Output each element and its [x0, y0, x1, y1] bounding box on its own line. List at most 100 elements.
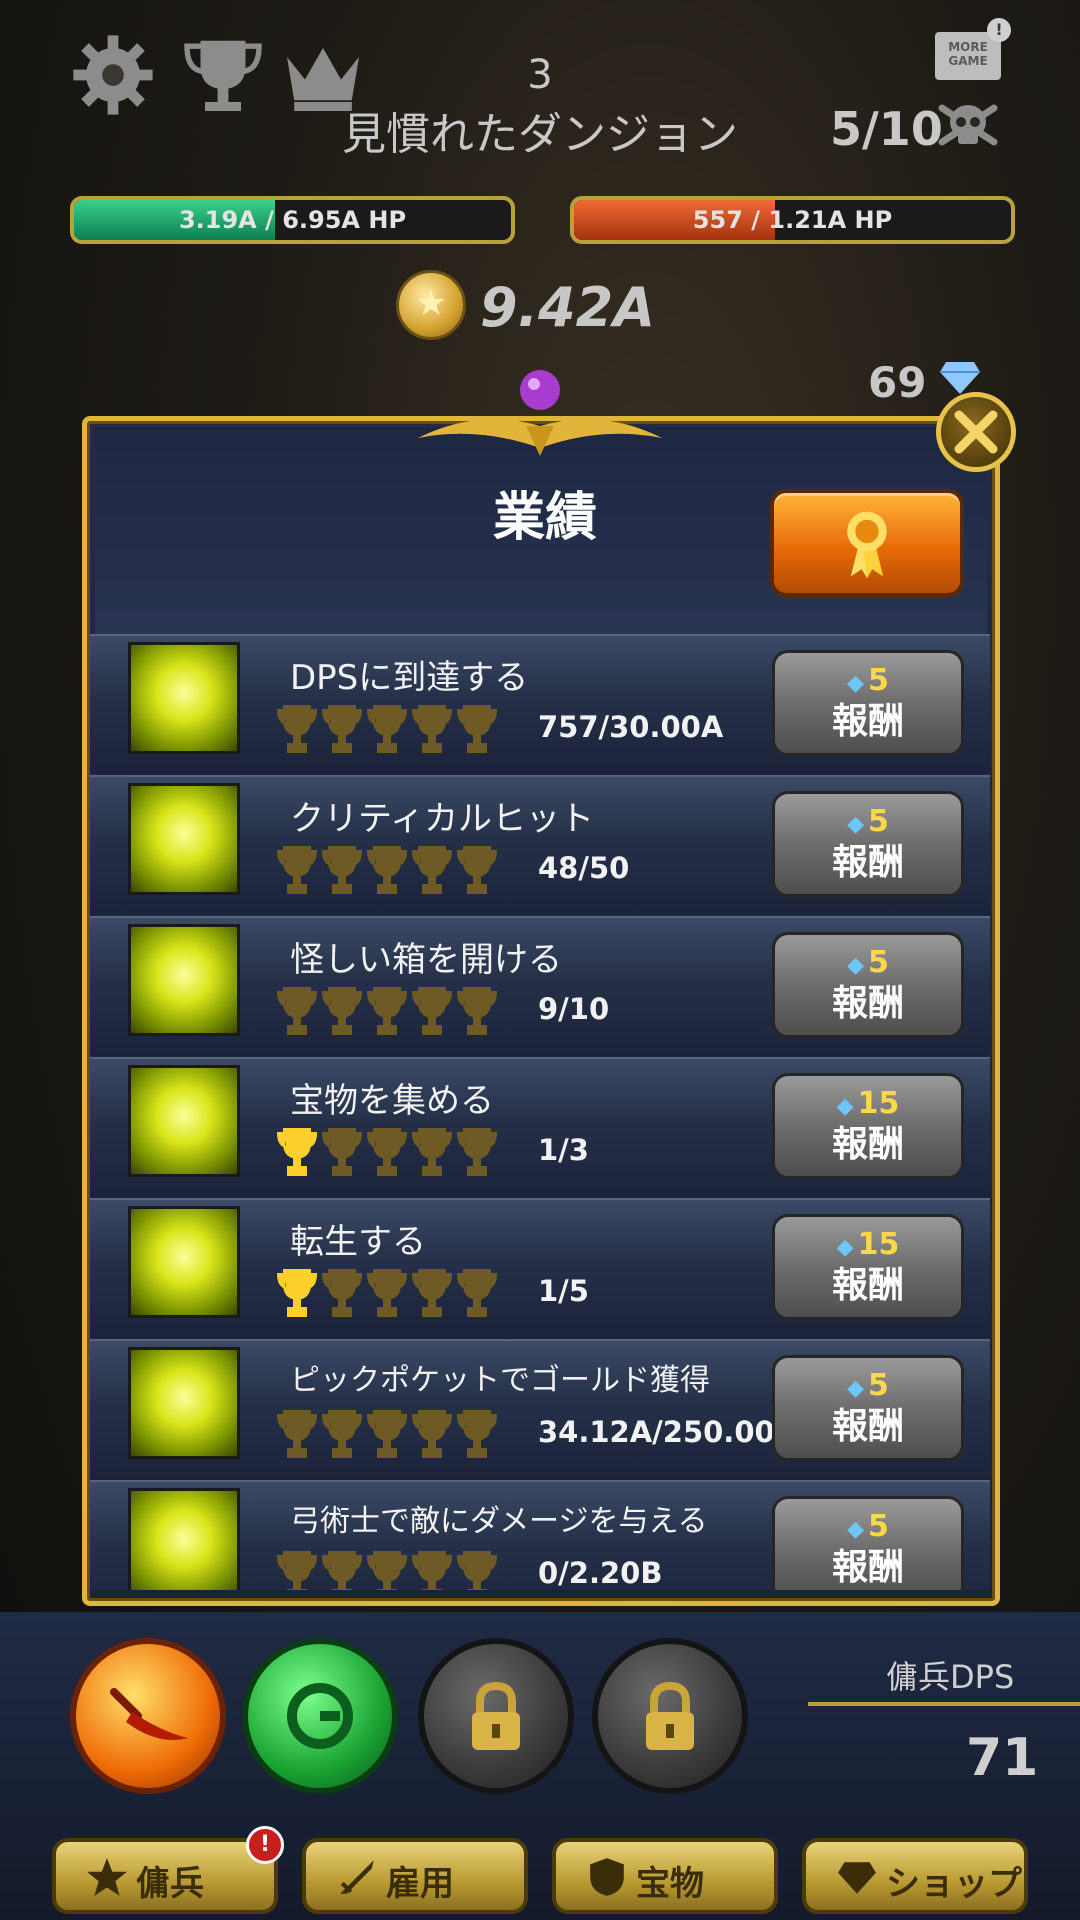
gold-amount: 9.42A: [480, 276, 656, 339]
ornament-crest-icon: [418, 370, 662, 456]
diamond-icon: ◆: [847, 1376, 865, 1401]
trophy-tier-icon: [276, 1128, 318, 1176]
skill-slot-1[interactable]: [70, 1638, 226, 1794]
trophy-thumbnail-icon: [128, 1206, 240, 1318]
trophy-thumbnail-icon: [128, 642, 240, 754]
player-hp-text: 3.19A / 6.95A HP: [178, 206, 407, 234]
enemy-hp-text: 557 / 1.21A HP: [692, 206, 893, 234]
reward-button[interactable]: ◆ 5 報酬: [772, 1355, 964, 1461]
reward-gem-count: ◆ 5: [847, 1509, 889, 1548]
diamond-icon: ◆: [847, 953, 865, 978]
trophy-thumbnail-icon: [128, 1347, 240, 1459]
trophy-tier-icon: [411, 1269, 453, 1317]
ribbon-medal-icon: [847, 511, 887, 579]
gem-count: 69: [868, 358, 927, 407]
trophy-tier-icon: [411, 1410, 453, 1458]
achievement-row: 転生する 1/5 ◆ 15 報酬: [90, 1198, 990, 1338]
trophy-thumbnail-icon: [128, 924, 240, 1036]
trophy-tier-icon: [276, 705, 318, 753]
trophy-tier-icon: [411, 705, 453, 753]
shield-icon: [590, 1858, 624, 1896]
trophy-tier-icon: [366, 1269, 408, 1317]
achievement-title: 転生する: [290, 1222, 426, 1262]
reward-button[interactable]: ◆ 5 報酬: [772, 791, 964, 897]
trophy-tier-icon: [366, 705, 408, 753]
gem-icon: [940, 362, 980, 394]
diamond-icon: ◆: [836, 1235, 854, 1260]
reward-gem-value: 5: [868, 804, 889, 839]
achievement-list[interactable]: DPSに到達する 757/30.00A ◆ 5 報酬 クリティカルヒット 48/5…: [90, 634, 990, 1590]
gold-swirl-icon: [287, 1683, 353, 1749]
claim-all-rewards-button[interactable]: [770, 489, 964, 597]
reward-label: 報酬: [831, 1265, 904, 1306]
player-hp-bar: 3.19A / 6.95A HP: [70, 196, 515, 244]
reward-gem-count: ◆ 15: [837, 1086, 900, 1125]
trophy-thumbnail-icon: [128, 1065, 240, 1177]
achievement-progress: 34.12A/250.00A: [538, 1415, 798, 1449]
trophy-tier-icon: [366, 846, 408, 894]
reward-label: 報酬: [831, 1124, 904, 1165]
trophy-tier-icons: [276, 705, 498, 753]
trophy-tier-icon: [411, 846, 453, 894]
skill-slot-locked-2[interactable]: [592, 1638, 748, 1794]
trophy-tier-icon: [366, 1128, 408, 1176]
reward-gem-count: ◆ 5: [847, 663, 889, 702]
achievement-row: ピックポケットでゴールド獲得 34.12A/250.00A ◆ 5 報酬: [90, 1339, 990, 1479]
trophy-tier-icon: [276, 1410, 318, 1458]
trophy-tier-icon: [411, 987, 453, 1035]
mercenary-dps-label: 傭兵DPS: [886, 1658, 1015, 1696]
reward-gem-value: 15: [857, 1086, 900, 1121]
tab-treasure[interactable]: 宝物: [552, 1838, 778, 1914]
close-button[interactable]: [936, 392, 1016, 472]
trophy-tier-icon: [321, 1551, 363, 1590]
skill-slot-2[interactable]: [242, 1638, 398, 1794]
tab-label: ショップ: [886, 1864, 1022, 1904]
sword-icon: [340, 1860, 374, 1894]
trophy-tier-icon: [456, 846, 498, 894]
achievement-title: クリティカルヒット: [290, 799, 594, 839]
tab-label: 雇用: [386, 1864, 454, 1904]
tab-hire[interactable]: 雇用: [302, 1838, 528, 1914]
skull-icon[interactable]: [936, 94, 1000, 158]
tab-label: 傭兵: [136, 1864, 204, 1904]
reward-gem-count: ◆ 5: [847, 1368, 889, 1407]
tab-alert-badge: !: [246, 1826, 284, 1864]
enemy-hp-bar: 557 / 1.21A HP: [570, 196, 1015, 244]
reward-gem-value: 5: [868, 663, 889, 698]
more-game-badge: !: [987, 18, 1011, 42]
trophy-tier-icon: [321, 987, 363, 1035]
skill-slot-locked-1[interactable]: [418, 1638, 574, 1794]
trophy-tier-icon: [456, 987, 498, 1035]
tab-mercenary[interactable]: 傭兵: [52, 1838, 278, 1914]
level-number: 3: [527, 52, 553, 98]
achievement-progress: 9/10: [538, 992, 610, 1026]
lock-icon: [646, 1681, 694, 1750]
reward-button[interactable]: ◆ 5 報酬: [772, 650, 964, 756]
trophy-tier-icon: [456, 1269, 498, 1317]
diamond-icon: ◆: [847, 1517, 865, 1542]
trophy-tier-icon: [366, 1410, 408, 1458]
tab-shop[interactable]: ショップ: [802, 1838, 1028, 1914]
reward-button[interactable]: ◆ 5 報酬: [772, 932, 964, 1038]
trophy-tier-icon: [366, 1551, 408, 1590]
reward-button[interactable]: ◆ 15 報酬: [772, 1073, 964, 1179]
trophy-tier-icon: [411, 1128, 453, 1176]
trophy-tier-icon: [411, 1551, 453, 1590]
achievement-row: 怪しい箱を開ける 9/10 ◆ 5 報酬: [90, 916, 990, 1056]
reward-button[interactable]: ◆ 15 報酬: [772, 1214, 964, 1320]
close-icon: [954, 410, 998, 454]
trophy-tier-icons: [276, 1269, 498, 1317]
trophy-tier-icon: [321, 1128, 363, 1176]
achievement-progress: 48/50: [538, 851, 630, 885]
trophy-tier-icons: [276, 987, 498, 1035]
diamond-icon: ◆: [847, 671, 865, 696]
diamond-icon: ◆: [847, 812, 865, 837]
achievement-row: クリティカルヒット 48/50 ◆ 5 報酬: [90, 775, 990, 915]
trophy-tier-icon: [276, 1551, 318, 1590]
stage-progress: 5/10: [830, 102, 943, 156]
sword-slash-icon: [110, 1688, 188, 1740]
reward-button[interactable]: ◆ 5 報酬: [772, 1496, 964, 1590]
dps-divider: [808, 1702, 1080, 1706]
gold-coin-icon: ★: [396, 270, 466, 340]
reward-gem-count: ◆ 5: [847, 945, 889, 984]
